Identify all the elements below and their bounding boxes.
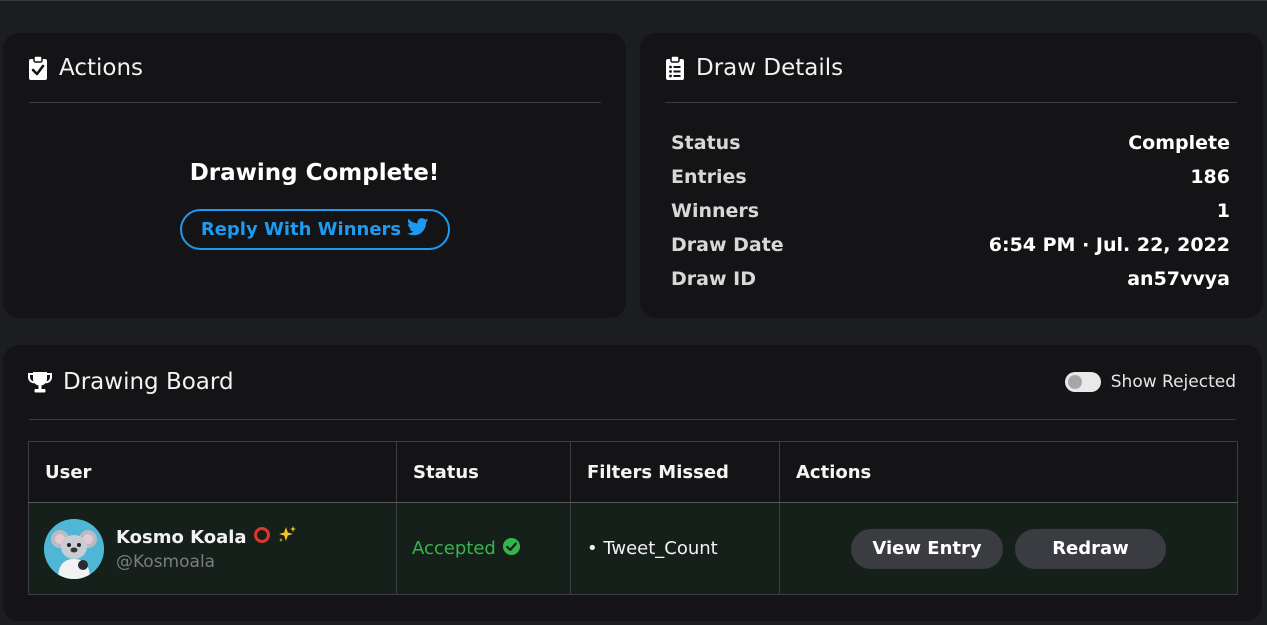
reply-with-winners-button[interactable]: Reply With Winners xyxy=(180,209,450,250)
drawing-board-title: Drawing Board xyxy=(63,369,234,395)
user-name-line: Kosmo Koala xyxy=(116,525,297,550)
divider xyxy=(29,419,1236,420)
actions-card: Actions Drawing Complete! Reply With Win… xyxy=(3,33,626,318)
detail-value: an57vvya xyxy=(1127,268,1230,290)
sparkles-icon xyxy=(277,525,297,550)
draw-details-header: Draw Details xyxy=(664,55,843,81)
drawing-board-table: User Status Filters Missed Actions Kosmo… xyxy=(28,441,1238,595)
redraw-button[interactable]: Redraw xyxy=(1015,528,1166,569)
drawing-board-card: Drawing Board Show Rejected User Status … xyxy=(3,345,1262,621)
drawing-complete-heading: Drawing Complete! xyxy=(189,160,440,186)
avatar[interactable] xyxy=(44,518,104,579)
detail-row-draw-id: Draw ID an57vvya xyxy=(671,262,1230,296)
filter-missed-item: • Tweet_Count xyxy=(587,538,718,559)
detail-row-entries: Entries 186 xyxy=(671,160,1230,194)
filters-missed-cell: • Tweet_Count xyxy=(570,502,780,595)
show-rejected-control: Show Rejected xyxy=(1064,372,1236,392)
drawing-board-header: Drawing Board xyxy=(27,369,234,395)
column-header-user: User xyxy=(28,441,397,503)
detail-row-draw-date: Draw Date 6:54 PM · Jul. 22, 2022 xyxy=(671,228,1230,262)
detail-label: Winners xyxy=(671,200,760,222)
detail-row-status: Status Complete xyxy=(671,126,1230,160)
clipboard-check-icon xyxy=(27,55,49,81)
detail-label: Draw Date xyxy=(671,234,784,256)
divider xyxy=(665,102,1237,103)
details-list: Status Complete Entries 186 Winners 1 Dr… xyxy=(671,126,1230,296)
red-ring-icon xyxy=(253,526,271,549)
draw-details-card: Draw Details Status Complete Entries 186… xyxy=(640,33,1263,318)
show-rejected-toggle[interactable] xyxy=(1064,372,1101,392)
column-header-status: Status xyxy=(396,441,571,503)
detail-value: 186 xyxy=(1190,166,1230,188)
detail-row-winners: Winners 1 xyxy=(671,194,1230,228)
detail-label: Entries xyxy=(671,166,747,188)
column-header-filters-missed: Filters Missed xyxy=(570,441,780,503)
toggle-knob xyxy=(1067,375,1082,389)
user-cell: Kosmo Koala @Kosmoala xyxy=(28,502,397,595)
detail-value: 1 xyxy=(1216,200,1230,222)
draw-details-title: Draw Details xyxy=(696,55,844,81)
status-text: Accepted xyxy=(412,538,496,559)
detail-value: Complete xyxy=(1128,132,1230,154)
detail-value: 6:54 PM · Jul. 22, 2022 xyxy=(988,234,1230,256)
user-handle: @Kosmoala xyxy=(116,552,216,572)
column-header-actions: Actions xyxy=(779,441,1238,503)
actions-card-header: Actions xyxy=(27,55,143,81)
divider xyxy=(29,102,601,103)
detail-label: Status xyxy=(671,132,741,154)
twitter-bird-icon xyxy=(407,218,429,241)
status-cell: Accepted xyxy=(396,502,571,595)
table-header-row: User Status Filters Missed Actions xyxy=(28,441,1238,503)
reply-with-winners-label: Reply With Winners xyxy=(200,219,402,240)
detail-label: Draw ID xyxy=(671,268,756,290)
view-entry-button[interactable]: View Entry xyxy=(851,528,1003,569)
check-circle-icon xyxy=(502,537,521,561)
actions-cell: View Entry Redraw xyxy=(779,502,1238,595)
user-name: Kosmo Koala xyxy=(116,527,247,548)
trophy-icon xyxy=(27,370,53,394)
show-rejected-label: Show Rejected xyxy=(1110,372,1236,392)
top-border xyxy=(0,0,1267,1)
table-row: Kosmo Koala @Kosmoala Accepted • Tweet_C… xyxy=(28,502,1238,595)
clipboard-list-icon xyxy=(664,55,686,81)
actions-card-title: Actions xyxy=(59,55,144,81)
